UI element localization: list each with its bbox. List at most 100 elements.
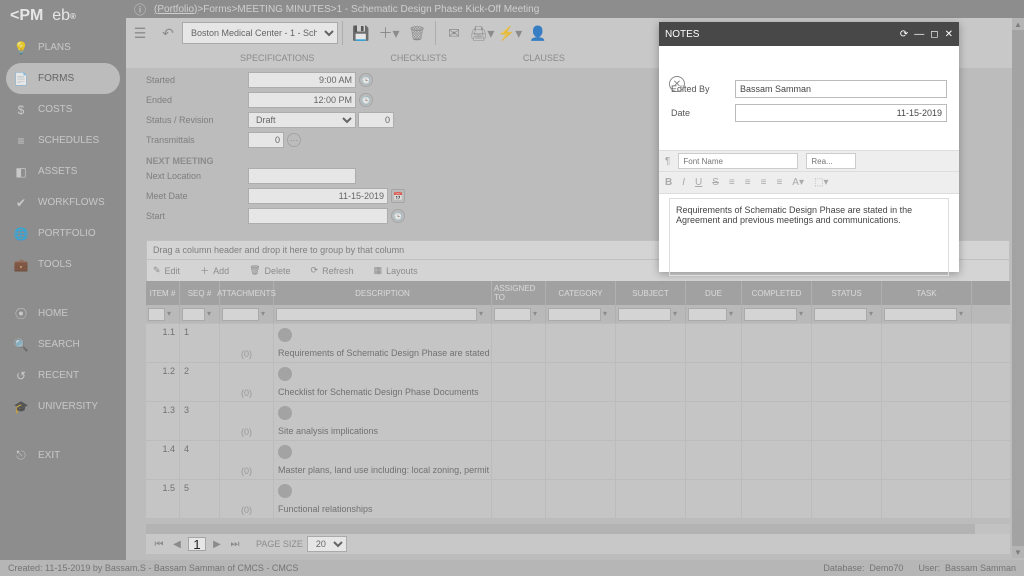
bolt-icon[interactable]: ⚡▾: [496, 20, 524, 46]
ended-input[interactable]: [248, 92, 356, 108]
first-page-icon[interactable]: ⏮: [152, 537, 166, 551]
minimize-icon[interactable]: —: [914, 29, 924, 40]
filter-asg[interactable]: [494, 308, 531, 321]
delete-button[interactable]: 🗑 Delete: [249, 264, 290, 277]
sidebar-item-search[interactable]: 🔍SEARCH: [0, 329, 126, 360]
tab-clauses[interactable]: CLAUSES: [485, 48, 603, 68]
meet-date-input[interactable]: [248, 188, 388, 204]
filter-due[interactable]: [688, 308, 727, 321]
filter-icon[interactable]: ▾: [603, 309, 613, 319]
col-category[interactable]: CATEGORY: [546, 281, 616, 305]
date-input[interactable]: [735, 104, 947, 122]
filter-seq[interactable]: [182, 308, 205, 321]
user-icon[interactable]: 👤: [524, 20, 552, 46]
edit-button[interactable]: ✎ Edit: [153, 264, 180, 277]
close-icon[interactable]: ✕: [945, 29, 953, 40]
crumb-forms[interactable]: Forms: [203, 4, 231, 15]
highlight-icon[interactable]: ⬚▾: [814, 177, 828, 188]
col-task[interactable]: TASK: [882, 281, 972, 305]
layouts-button[interactable]: ▦ Layouts: [374, 264, 418, 277]
font-size-input[interactable]: [806, 153, 856, 169]
crumb-mm[interactable]: MEETING MINUTES: [237, 4, 330, 15]
chat-icon[interactable]: [278, 328, 292, 342]
edited-by-input[interactable]: [735, 80, 947, 98]
col-att[interactable]: ATTACHMENTS: [220, 281, 274, 305]
status-select[interactable]: Draft: [248, 112, 356, 128]
transmittals-input[interactable]: [248, 132, 284, 148]
prev-page-icon[interactable]: ◀: [170, 537, 184, 551]
sidebar-item-portfolio[interactable]: 🌐PORTFOLIO: [0, 218, 126, 249]
next-location-input[interactable]: [248, 168, 356, 184]
sidebar-item-exit[interactable]: ⎋EXIT: [0, 440, 126, 471]
filter-icon[interactable]: ▾: [959, 309, 969, 319]
align-center-icon[interactable]: ≡: [745, 177, 751, 188]
chat-icon[interactable]: [278, 367, 292, 381]
sidebar-item-recent[interactable]: ↺RECENT: [0, 360, 126, 391]
col-seq[interactable]: SEQ #: [180, 281, 220, 305]
page-size-select[interactable]: 20: [307, 536, 347, 552]
table-row[interactable]: 1.44(0)Master plans, land use including:…: [146, 440, 1010, 479]
started-input[interactable]: [248, 72, 356, 88]
vertical-scrollbar[interactable]: ▲▼: [1012, 18, 1024, 558]
page-input[interactable]: [188, 537, 206, 551]
sidebar-item-forms[interactable]: 📄FORMS: [6, 63, 120, 94]
mail-icon[interactable]: ✉: [440, 20, 468, 46]
style-icon[interactable]: ¶: [665, 156, 670, 167]
sidebar-item-university[interactable]: 🎓UNIVERSITY: [0, 391, 126, 422]
revision-input[interactable]: [358, 112, 394, 128]
filter-icon[interactable]: ▾: [207, 309, 217, 319]
chat-icon[interactable]: [278, 406, 292, 420]
italic-icon[interactable]: I: [682, 177, 685, 188]
filter-cat[interactable]: [548, 308, 601, 321]
calendar-icon[interactable]: 📅: [391, 189, 405, 203]
filter-icon[interactable]: ▾: [533, 309, 543, 319]
sidebar-item-workflows[interactable]: ✔WORKFLOWS: [0, 187, 126, 218]
chat-icon[interactable]: [278, 445, 292, 459]
table-row[interactable]: 1.33(0)Site analysis implications: [146, 401, 1010, 440]
more-icon[interactable]: ⋯: [287, 133, 301, 147]
filter-icon[interactable]: ▾: [673, 309, 683, 319]
tab-specs[interactable]: SPECIFICATIONS: [202, 48, 352, 68]
filter-item[interactable]: [148, 308, 165, 321]
filter-icon[interactable]: ▾: [729, 309, 739, 319]
undo-icon[interactable]: ↶: [154, 20, 182, 46]
col-assigned[interactable]: ASSIGNED TO: [492, 281, 546, 305]
font-color-icon[interactable]: A▾: [792, 177, 804, 188]
close-circle-icon[interactable]: ✕: [669, 76, 685, 92]
col-desc[interactable]: DESCRIPTION: [274, 281, 492, 305]
tab-checklists[interactable]: CHECKLISTS: [352, 48, 485, 68]
refresh-icon[interactable]: ⟳: [900, 29, 908, 40]
filter-stat[interactable]: [814, 308, 867, 321]
align-right-icon[interactable]: ≡: [761, 177, 767, 188]
crumb-portfolio[interactable]: (Portfolio): [154, 4, 197, 15]
horizontal-scrollbar[interactable]: [146, 524, 1010, 534]
underline-icon[interactable]: U: [695, 177, 702, 188]
print-icon[interactable]: 🖨▾: [468, 20, 496, 46]
next-page-icon[interactable]: ▶: [210, 537, 224, 551]
clock-icon[interactable]: 🕒: [359, 93, 373, 107]
list-icon[interactable]: ☰: [126, 20, 154, 46]
start-input[interactable]: [248, 208, 388, 224]
editor-body[interactable]: Requirements of Schematic Design Phase a…: [669, 198, 949, 276]
col-completed[interactable]: COMPLETED: [742, 281, 812, 305]
align-left-icon[interactable]: ≡: [729, 177, 735, 188]
chat-icon[interactable]: [278, 484, 292, 498]
bold-icon[interactable]: B: [665, 177, 672, 188]
clock-icon[interactable]: 🕒: [359, 73, 373, 87]
sidebar-item-plans[interactable]: 💡PLANS: [0, 32, 126, 63]
filter-task[interactable]: [884, 308, 957, 321]
project-selector[interactable]: Boston Medical Center - 1 - Schemat: [182, 22, 338, 44]
col-item[interactable]: ITEM #: [146, 281, 180, 305]
align-just-icon[interactable]: ≡: [776, 177, 782, 188]
filter-sub[interactable]: [618, 308, 671, 321]
maximize-icon[interactable]: ◻: [930, 29, 938, 40]
sidebar-item-schedules[interactable]: ≡SCHEDULES: [0, 125, 126, 156]
filter-comp[interactable]: [744, 308, 797, 321]
col-due[interactable]: DUE: [686, 281, 742, 305]
strike-icon[interactable]: S: [712, 177, 719, 188]
add-button[interactable]: ＋ Add: [200, 264, 229, 277]
sidebar-item-costs[interactable]: $COSTS: [0, 94, 126, 125]
font-name-input[interactable]: [678, 153, 798, 169]
last-page-icon[interactable]: ⏭: [228, 537, 242, 551]
filter-desc[interactable]: [276, 308, 477, 321]
